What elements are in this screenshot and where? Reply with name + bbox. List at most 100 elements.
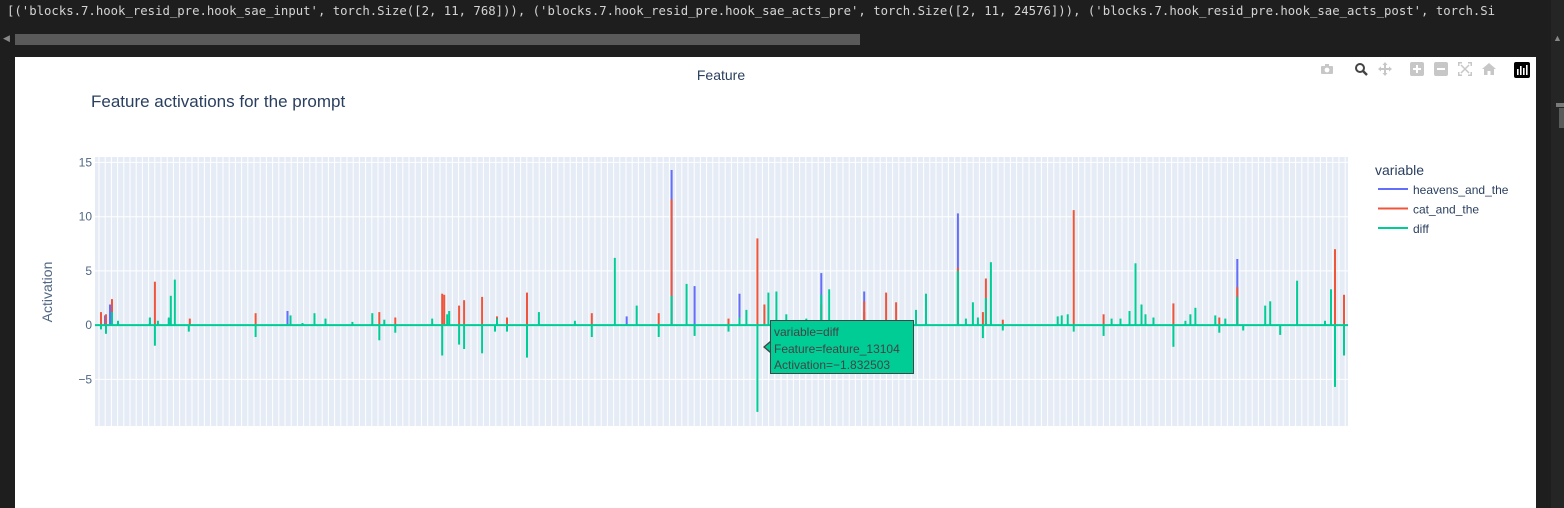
bar-cat_and_the[interactable] xyxy=(153,281,156,326)
bar-diff[interactable] xyxy=(685,283,688,326)
plotly-logo-icon[interactable] xyxy=(1514,62,1530,78)
bar-diff[interactable] xyxy=(1102,325,1105,336)
bar-diff[interactable] xyxy=(167,317,170,326)
bar-diff[interactable] xyxy=(971,302,974,326)
bar-cat_and_the[interactable] xyxy=(1218,317,1221,326)
bar-diff[interactable] xyxy=(1343,325,1345,356)
bar-diff[interactable] xyxy=(976,317,979,326)
bar-diff[interactable] xyxy=(458,325,461,345)
bar-diff[interactable] xyxy=(1269,301,1272,326)
bar-diff[interactable] xyxy=(657,325,660,337)
bar-cat_and_the[interactable] xyxy=(441,293,444,326)
bar-diff[interactable] xyxy=(984,298,987,326)
bar-diff[interactable] xyxy=(441,325,444,356)
bar-cat_and_the[interactable] xyxy=(657,313,660,326)
bar-cat_and_the[interactable] xyxy=(1343,294,1345,326)
bar-heavens_and_the[interactable] xyxy=(109,304,111,326)
bar-diff[interactable] xyxy=(446,314,449,326)
bar-diff[interactable] xyxy=(153,325,156,346)
bar-diff[interactable] xyxy=(738,317,741,326)
bar-diff[interactable] xyxy=(378,325,381,341)
bar-cat_and_the[interactable] xyxy=(105,314,107,326)
bar-diff[interactable] xyxy=(111,312,113,326)
bar-cat_and_the[interactable] xyxy=(1334,249,1336,326)
zoom-icon[interactable] xyxy=(1354,62,1372,78)
bar-diff[interactable] xyxy=(956,270,959,326)
bar-diff[interactable] xyxy=(173,279,176,326)
bar-diff[interactable] xyxy=(1140,304,1143,326)
bar-diff[interactable] xyxy=(590,325,593,337)
bar-diff[interactable] xyxy=(1218,325,1221,333)
bar-diff[interactable] xyxy=(1172,325,1175,347)
bar-diff[interactable] xyxy=(635,305,638,326)
bar-cat_and_the[interactable] xyxy=(254,313,257,326)
legend-item-label[interactable]: heavens_and_the xyxy=(1413,183,1509,197)
legend[interactable]: variable heavens_and_the cat_and_thediff xyxy=(1375,162,1509,236)
legend-item-label[interactable]: cat_and_the xyxy=(1413,203,1479,217)
pan-icon[interactable] xyxy=(1378,62,1396,78)
bar-cat_and_the[interactable] xyxy=(506,317,508,326)
vertical-scrollbar-thumb[interactable] xyxy=(1559,108,1564,128)
autoscale-icon[interactable] xyxy=(1458,62,1476,78)
bar-diff[interactable] xyxy=(394,325,397,333)
bar-diff[interactable] xyxy=(756,325,759,412)
bar-diff[interactable] xyxy=(1264,305,1267,326)
bar-diff[interactable] xyxy=(981,325,984,339)
bar-cat_and_the[interactable] xyxy=(378,312,381,326)
bar-diff[interactable] xyxy=(169,295,172,326)
bar-cat_and_the[interactable] xyxy=(394,317,397,326)
bar-diff[interactable] xyxy=(1334,325,1336,387)
bar-diff[interactable] xyxy=(526,325,528,358)
reset-axes-icon[interactable] xyxy=(1482,62,1500,78)
bar-diff[interactable] xyxy=(1189,314,1192,326)
bar-cat_and_the[interactable] xyxy=(1072,210,1075,326)
legend-item-label[interactable]: diff xyxy=(1413,222,1429,236)
bar-cat_and_the[interactable] xyxy=(463,300,466,326)
bar-diff[interactable] xyxy=(371,313,374,326)
bar-diff[interactable] xyxy=(693,325,696,336)
bar-diff[interactable] xyxy=(463,325,466,349)
bar-cat_and_the[interactable] xyxy=(458,305,461,326)
bar-diff[interactable] xyxy=(1056,316,1059,326)
bar-diff[interactable] xyxy=(1330,289,1332,326)
camera-icon[interactable] xyxy=(1320,62,1338,78)
bar-diff[interactable] xyxy=(1194,307,1197,326)
bar-diff[interactable] xyxy=(989,262,992,326)
bar-diff[interactable] xyxy=(1214,315,1217,326)
bar-cat_and_the[interactable] xyxy=(481,296,484,326)
bar-diff[interactable] xyxy=(670,295,673,326)
bar-cat_and_the[interactable] xyxy=(443,294,446,326)
zoom-out-icon[interactable] xyxy=(1434,62,1452,78)
bar-cat_and_the[interactable] xyxy=(1172,303,1175,326)
bar-cat_and_the[interactable] xyxy=(756,238,759,326)
bar-heavens_and_the[interactable] xyxy=(693,286,696,326)
bar-diff[interactable] xyxy=(254,325,257,337)
bar-diff[interactable] xyxy=(448,311,451,326)
bar-diff[interactable] xyxy=(1128,311,1131,326)
bar-diff[interactable] xyxy=(1236,296,1239,326)
bar-cat_and_the[interactable] xyxy=(526,292,528,326)
bar-diff[interactable] xyxy=(148,317,151,326)
bar-cat_and_the[interactable] xyxy=(1102,314,1105,326)
bar-heavens_and_the[interactable] xyxy=(625,316,628,326)
bar-cat_and_the[interactable] xyxy=(100,312,102,326)
bar-diff[interactable] xyxy=(1134,263,1137,326)
bar-cat_and_the[interactable] xyxy=(981,312,984,326)
bar-diff[interactable] xyxy=(313,313,316,326)
bar-diff[interactable] xyxy=(1296,280,1299,326)
bar-diff[interactable] xyxy=(537,312,540,326)
bar-diff[interactable] xyxy=(915,309,917,326)
bar-diff[interactable] xyxy=(1152,317,1155,326)
bar-diff[interactable] xyxy=(613,257,616,326)
bar-diff[interactable] xyxy=(1060,315,1063,326)
scroll-up-arrow-icon[interactable]: ▲ xyxy=(1553,33,1562,43)
bar-cat_and_the[interactable] xyxy=(763,304,766,326)
bar-diff[interactable] xyxy=(1066,314,1069,326)
bar-diff[interactable] xyxy=(1279,325,1282,335)
bar-heavens_and_the[interactable] xyxy=(286,311,289,326)
bar-diff[interactable] xyxy=(745,309,748,326)
zoom-in-icon[interactable] xyxy=(1410,62,1428,78)
bar-diff[interactable] xyxy=(481,325,484,354)
bar-diff[interactable] xyxy=(289,315,292,326)
bar-diff[interactable] xyxy=(1144,314,1147,326)
